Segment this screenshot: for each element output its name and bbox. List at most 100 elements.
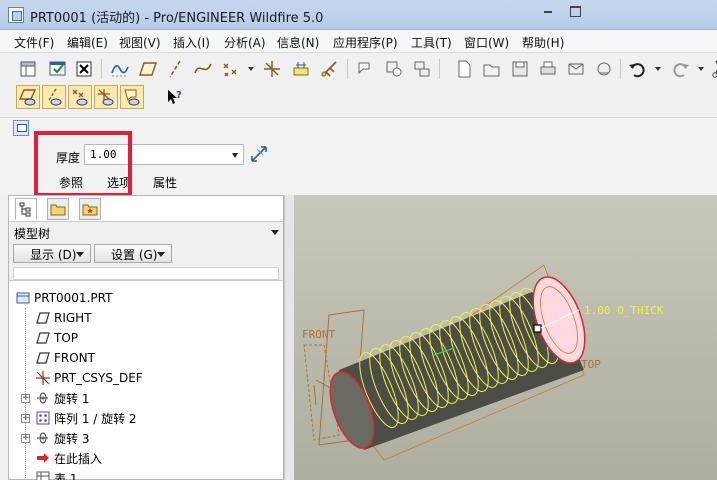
show-button[interactable]: 显示 (D) bbox=[13, 244, 91, 263]
view-manager-icon[interactable] bbox=[382, 57, 406, 81]
open-file-icon[interactable] bbox=[480, 57, 504, 81]
menu-view[interactable]: 视图(V) bbox=[119, 34, 161, 51]
minimize-icon[interactable] bbox=[535, 2, 561, 20]
csys-tool-icon[interactable] bbox=[260, 57, 284, 81]
datum-plane-tool-icon[interactable] bbox=[136, 57, 160, 81]
tree-item-csys[interactable]: PRT_CSYS_DEF bbox=[35, 368, 143, 388]
tree-item-label: RIGHT bbox=[54, 311, 92, 325]
dashboard-icon[interactable] bbox=[13, 120, 29, 136]
tree-item-label: PRT0001.PRT bbox=[34, 291, 113, 305]
datum-curve-tool-icon[interactable] bbox=[191, 57, 215, 81]
tree-item-top[interactable]: TOP bbox=[35, 328, 78, 348]
flip-direction-icon[interactable] bbox=[249, 144, 269, 164]
point-display-icon[interactable] bbox=[68, 85, 92, 109]
tree-item-label: 阵列 1 / 旋转 2 bbox=[54, 411, 137, 426]
menu-help[interactable]: 帮助(H) bbox=[522, 34, 564, 51]
table-icon bbox=[35, 470, 51, 480]
expand-icon[interactable]: + bbox=[21, 394, 30, 403]
tree-item-front[interactable]: FRONT bbox=[35, 348, 95, 368]
sketch-icon[interactable] bbox=[108, 57, 132, 81]
datum-point-tool-icon[interactable] bbox=[219, 57, 243, 81]
menu-applications[interactable]: 应用程序(P) bbox=[333, 34, 398, 51]
menu-window[interactable]: 窗口(W) bbox=[464, 34, 509, 51]
menu-edit[interactable]: 编辑(E) bbox=[67, 34, 108, 51]
context-help-icon[interactable]: ? bbox=[162, 85, 186, 109]
undo-icon[interactable] bbox=[625, 57, 649, 81]
send-mail-icon[interactable] bbox=[564, 57, 588, 81]
favorites-tab-icon[interactable] bbox=[79, 198, 101, 220]
graphics-viewport[interactable]: FRONT 1.00 O_THICK TOP bbox=[294, 195, 717, 480]
menu-bar: 文件(F) 编辑(E) 视图(V) 插入(I) 分析(A) 信息(N) 应用程序… bbox=[0, 30, 717, 53]
select-window-icon[interactable] bbox=[46, 57, 70, 81]
annotation-tool-icon[interactable] bbox=[354, 57, 378, 81]
settings-dropdown-icon bbox=[157, 252, 165, 257]
window-title: PRT0001 (活动的) - Pro/ENGINEER Wildfire 5.… bbox=[30, 11, 324, 26]
redo-dropdown-icon[interactable] bbox=[698, 67, 704, 71]
part-icon bbox=[15, 290, 31, 306]
send-link-icon[interactable] bbox=[592, 57, 616, 81]
axis-display-icon[interactable] bbox=[42, 85, 66, 109]
revolve-icon bbox=[35, 430, 51, 446]
tree-item-table[interactable]: 表 1 bbox=[35, 468, 77, 480]
model-tree-tab-icon[interactable] bbox=[15, 198, 37, 220]
csys-display-icon[interactable] bbox=[94, 85, 118, 109]
toolbar-separator bbox=[620, 59, 621, 79]
svg-text:?: ? bbox=[176, 90, 182, 101]
plane-display-icon[interactable] bbox=[16, 85, 40, 109]
datum-plane-icon bbox=[35, 350, 51, 366]
menu-file[interactable]: 文件(F) bbox=[14, 34, 54, 51]
maximize-icon[interactable] bbox=[562, 2, 588, 20]
toolbar-separator bbox=[101, 59, 102, 79]
menu-analysis[interactable]: 分析(A) bbox=[224, 34, 266, 51]
undo-dropdown-icon[interactable] bbox=[655, 67, 661, 71]
expand-icon[interactable]: + bbox=[21, 434, 30, 443]
model-tree-menu-dropdown-icon[interactable] bbox=[271, 230, 279, 235]
model-graphics[interactable]: FRONT 1.00 O_THICK TOP bbox=[294, 195, 717, 480]
settings-button[interactable]: 设置 (G) bbox=[94, 244, 172, 263]
datum-point-dropdown-icon[interactable] bbox=[248, 67, 254, 71]
print-icon[interactable] bbox=[536, 57, 560, 81]
tree-item-pattern-1[interactable]: 阵列 1 / 旋转 2 bbox=[35, 408, 137, 428]
tree-item-label: TOP bbox=[54, 331, 79, 345]
tree-item-label: 表 1 bbox=[54, 471, 78, 480]
datum-axis-tool-icon[interactable] bbox=[163, 57, 187, 81]
tree-item-revolve-1[interactable]: 旋转 1 bbox=[35, 388, 89, 408]
show-button-label: 显示 (D) bbox=[30, 248, 77, 262]
tree-item-insert-here[interactable]: 在此插入 bbox=[35, 448, 102, 468]
folder-browser-tab-icon[interactable] bbox=[47, 198, 69, 220]
tree-item-right[interactable]: RIGHT bbox=[35, 308, 92, 328]
tree-item-label: 旋转 3 bbox=[54, 431, 90, 446]
front-plane-label: FRONT bbox=[302, 328, 335, 341]
tree-item-label: 旋转 1 bbox=[54, 391, 90, 406]
menu-info[interactable]: 信息(N) bbox=[277, 34, 319, 51]
redo-icon[interactable] bbox=[669, 57, 693, 81]
main-toolbar bbox=[8, 55, 717, 84]
thickness-dimension-label: 1.00 O_THICK bbox=[584, 304, 664, 317]
revolve-icon bbox=[35, 390, 51, 406]
thickness-dropdown-icon[interactable] bbox=[232, 153, 238, 158]
model-tree-header: 模型树 显示 (D) 设置 (G) bbox=[9, 221, 283, 281]
tree-item-label: PRT_CSYS_DEF bbox=[54, 371, 143, 385]
navigator-panel: 模型树 显示 (D) 设置 (G) PRT0001.PRT RIGHT TOP … bbox=[8, 195, 284, 480]
saved-views-icon[interactable] bbox=[410, 57, 434, 81]
annotation-display-icon[interactable] bbox=[120, 85, 144, 109]
cut-icon[interactable] bbox=[708, 57, 717, 81]
datum-plane-icon bbox=[35, 310, 51, 326]
tab-properties[interactable]: 属性 bbox=[153, 174, 177, 191]
tree-filter-field[interactable] bbox=[13, 267, 279, 280]
tree-item-revolve-3[interactable]: 旋转 3 bbox=[35, 428, 89, 448]
window-app-icon bbox=[8, 7, 24, 23]
highlight-box bbox=[34, 131, 132, 197]
panel-splitter[interactable] bbox=[284, 195, 294, 480]
tree-item-root[interactable]: PRT0001.PRT bbox=[15, 288, 112, 308]
close-window-icon[interactable] bbox=[72, 57, 96, 81]
layer-tree-icon[interactable] bbox=[16, 57, 40, 81]
menu-insert[interactable]: 插入(I) bbox=[173, 34, 210, 51]
expand-icon[interactable]: + bbox=[21, 414, 30, 423]
model-tree-title: 模型树 bbox=[14, 227, 51, 241]
analysis-tool-icon[interactable] bbox=[289, 57, 313, 81]
menu-tools[interactable]: 工具(T) bbox=[411, 34, 452, 51]
new-file-icon[interactable] bbox=[452, 57, 476, 81]
datum-ref-tool-icon[interactable] bbox=[317, 57, 341, 81]
save-icon[interactable] bbox=[508, 57, 532, 81]
